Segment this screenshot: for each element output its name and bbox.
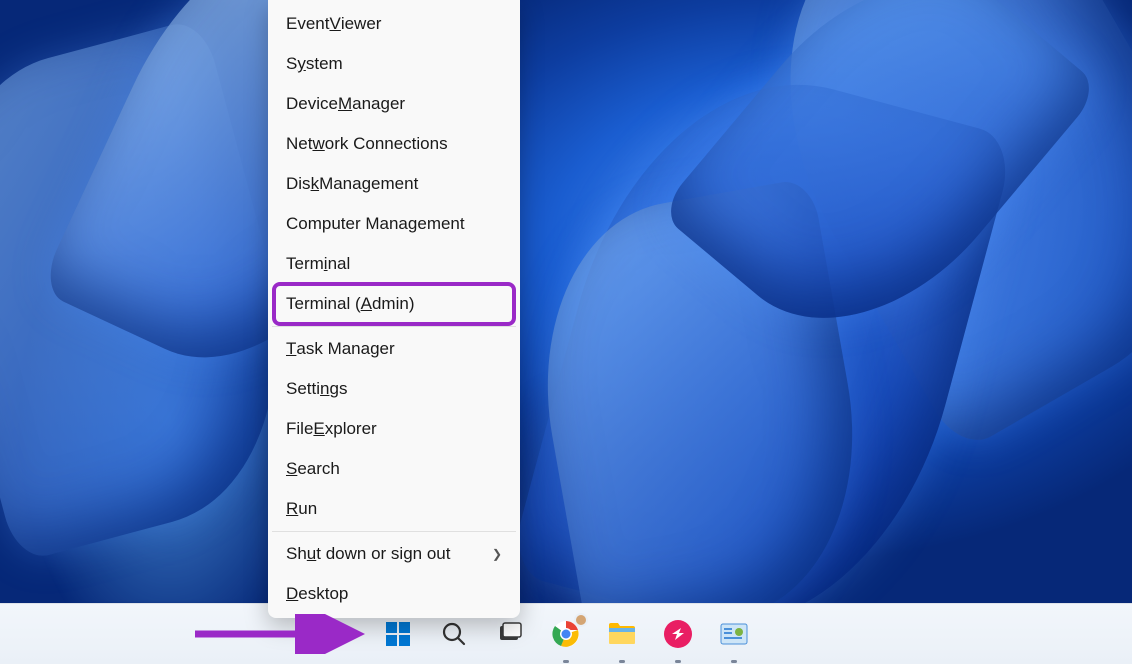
menu-item-terminal-admin-[interactable]: Terminal (Admin)	[272, 282, 516, 326]
menu-item-computer-management[interactable]: Computer Management	[272, 204, 516, 244]
menu-item-event-viewer[interactable]: Event Viewer	[272, 4, 516, 44]
menu-item-run[interactable]: Run	[272, 489, 516, 529]
menu-item-file-explorer[interactable]: File Explorer	[272, 409, 516, 449]
taskbar-items	[379, 615, 753, 653]
menu-divider	[272, 531, 516, 532]
menu-item-settings[interactable]: Settings	[272, 369, 516, 409]
menu-item-network-connections[interactable]: Network Connections	[272, 124, 516, 164]
taskbar	[0, 603, 1132, 664]
control-panel-icon[interactable]	[715, 615, 753, 653]
menu-item-task-manager[interactable]: Task Manager	[272, 329, 516, 369]
menu-item-disk-management[interactable]: Disk Management	[272, 164, 516, 204]
menu-item-shut-down-or-sign-out[interactable]: Shut down or sign out❯	[272, 534, 516, 574]
menu-divider	[272, 326, 516, 327]
chrome-icon[interactable]	[547, 615, 585, 653]
menu-item-device-manager[interactable]: Device Manager	[272, 84, 516, 124]
send-anywhere-icon[interactable]	[659, 615, 697, 653]
chevron-right-icon: ❯	[492, 547, 502, 561]
winx-context-menu: Event ViewerSystemDevice ManagerNetwork …	[268, 0, 520, 618]
task-view-icon[interactable]	[491, 615, 529, 653]
menu-item-search[interactable]: Search	[272, 449, 516, 489]
desktop-wallpaper	[0, 0, 1132, 604]
menu-item-terminal[interactable]: Terminal	[272, 244, 516, 284]
start-button[interactable]	[379, 615, 417, 653]
menu-item-desktop[interactable]: Desktop	[272, 574, 516, 614]
menu-item-system[interactable]: System	[272, 44, 516, 84]
file-explorer-icon[interactable]	[603, 615, 641, 653]
search-icon[interactable]	[435, 615, 473, 653]
